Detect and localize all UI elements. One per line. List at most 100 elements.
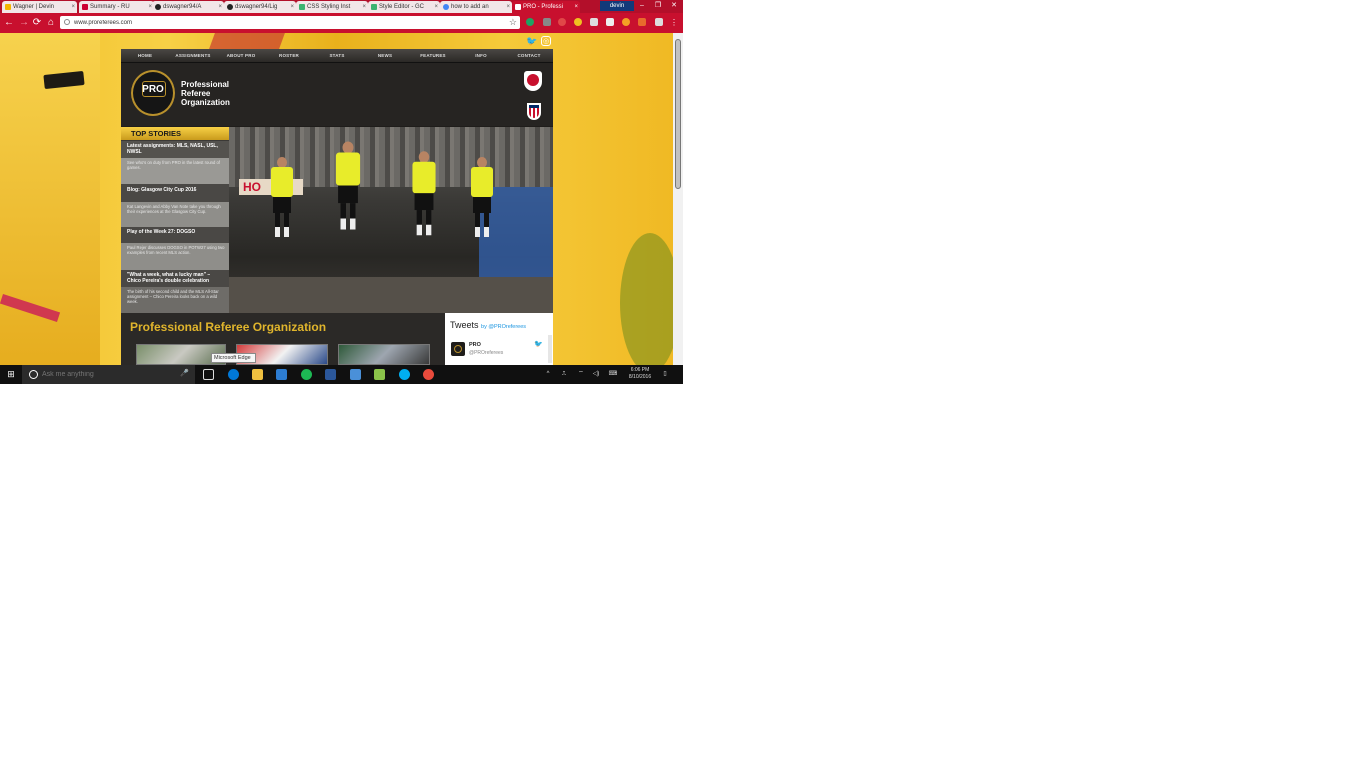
tab-github-2[interactable]: dswagner94/Lig × bbox=[224, 1, 296, 13]
extension-icon[interactable] bbox=[655, 18, 663, 26]
decor-edge bbox=[620, 233, 673, 365]
nav-features[interactable]: FEATURES bbox=[411, 49, 455, 62]
chrome-icon[interactable] bbox=[423, 369, 434, 380]
chrome-menu-icon[interactable]: ⋮ bbox=[668, 17, 680, 29]
extension-icon[interactable] bbox=[606, 18, 614, 26]
notepad-icon[interactable] bbox=[374, 369, 385, 380]
tweets-by-link[interactable]: by @PROreferees bbox=[481, 324, 526, 330]
tweet-author-name[interactable]: PRO bbox=[469, 342, 481, 348]
extension-icon[interactable] bbox=[558, 18, 566, 26]
pro-logo[interactable]: PRO bbox=[131, 70, 175, 116]
word-icon[interactable] bbox=[325, 369, 336, 380]
story-item[interactable]: Play of the Week 27: DOGSO bbox=[121, 227, 229, 243]
virtualbox-icon[interactable] bbox=[350, 369, 361, 380]
keyboard-icon[interactable]: ⌨ bbox=[606, 365, 620, 384]
volume-icon[interactable]: ◁) bbox=[590, 365, 602, 384]
extension-icon[interactable] bbox=[622, 18, 630, 26]
us-soccer-logo-icon[interactable] bbox=[527, 103, 541, 120]
nav-info[interactable]: INFO bbox=[455, 49, 507, 62]
file-explorer-icon[interactable] bbox=[252, 369, 263, 380]
mls-logo-icon[interactable] bbox=[524, 71, 542, 91]
tab-label: CSS Styling Inst bbox=[307, 4, 351, 10]
start-button[interactable]: ⊞ bbox=[0, 365, 22, 384]
profile-badge[interactable]: devin bbox=[600, 1, 634, 11]
tab-css-styling[interactable]: CSS Styling Inst × bbox=[296, 1, 368, 13]
nav-roster[interactable]: ROSTER bbox=[263, 49, 315, 62]
page-info-icon[interactable] bbox=[64, 19, 70, 25]
forward-button[interactable]: → bbox=[18, 17, 30, 29]
tab-close-icon[interactable]: × bbox=[362, 1, 366, 13]
store-icon[interactable] bbox=[276, 369, 287, 380]
tab-close-icon[interactable]: × bbox=[218, 1, 222, 13]
tab-close-icon[interactable]: × bbox=[574, 1, 578, 13]
close-window-button[interactable]: ✕ bbox=[666, 0, 682, 12]
microphone-icon[interactable]: 🎤 bbox=[180, 369, 189, 377]
nav-news[interactable]: NEWS bbox=[359, 49, 411, 62]
tweet-author-handle[interactable]: @PROreferees bbox=[469, 350, 503, 356]
address-bar[interactable]: ☆ bbox=[60, 16, 520, 29]
tab-strip: Wagner | Devin × Summary - RU × dswagner… bbox=[0, 0, 683, 13]
maximize-button[interactable]: ❐ bbox=[650, 0, 666, 12]
thumbnail-image[interactable] bbox=[338, 344, 430, 365]
story-desc: Kat Langevin and Abby Van Note take you … bbox=[127, 204, 221, 214]
top-stories-heading: TOP STORIES bbox=[121, 127, 229, 140]
twitter-icon[interactable]: 🐦 bbox=[526, 36, 537, 46]
tweets-scrollbar[interactable] bbox=[548, 335, 552, 363]
tray-overflow-icon[interactable]: ^ bbox=[543, 365, 553, 384]
system-clock[interactable]: 6:06 PM 8/10/2016 bbox=[622, 367, 658, 381]
minimize-button[interactable]: – bbox=[634, 0, 650, 12]
story-item[interactable]: See who's on duty from PRO in the latest… bbox=[121, 158, 229, 184]
site-name-line: Professional bbox=[181, 80, 230, 89]
notifications-icon[interactable]: ▯ bbox=[660, 365, 670, 384]
cortana-search[interactable]: 🎤 bbox=[22, 365, 195, 384]
back-button[interactable]: ← bbox=[3, 17, 15, 29]
tab-pro-active[interactable]: PRO - Professi × bbox=[512, 1, 580, 13]
home-button[interactable]: ⌂ bbox=[45, 17, 57, 29]
tab-style-editor[interactable]: Style Editor - GC × bbox=[368, 1, 440, 13]
story-item[interactable]: Kat Langevin and Abby Van Note take you … bbox=[121, 202, 229, 227]
extension-icon[interactable] bbox=[590, 18, 598, 26]
tray-device-icon[interactable]: ⎍ bbox=[559, 365, 569, 384]
tab-label: Summary - RU bbox=[90, 4, 130, 10]
tab-google-search[interactable]: how to add an × bbox=[440, 1, 512, 13]
avatar[interactable] bbox=[451, 342, 465, 356]
skype-icon[interactable] bbox=[399, 369, 410, 380]
edge-icon[interactable] bbox=[228, 369, 239, 380]
story-item[interactable]: The birth of his second child and the ML… bbox=[121, 287, 229, 313]
tab-close-icon[interactable]: × bbox=[434, 1, 438, 13]
story-item[interactable]: Blog: Glasgow City Cup 2016 bbox=[121, 184, 229, 202]
search-input[interactable] bbox=[42, 369, 172, 380]
tab-wagner-devin[interactable]: Wagner | Devin × bbox=[2, 1, 77, 13]
nav-stats[interactable]: STATS bbox=[315, 49, 359, 62]
scrollbar-thumb[interactable] bbox=[675, 39, 681, 189]
story-title: Latest assignments: MLS, NASL, USL, NWSL bbox=[127, 143, 218, 155]
story-item[interactable]: Latest assignments: MLS, NASL, USL, NWSL bbox=[121, 141, 229, 158]
bookmark-star-icon[interactable]: ☆ bbox=[509, 16, 517, 29]
tab-close-icon[interactable]: × bbox=[71, 1, 75, 13]
page-scrollbar[interactable] bbox=[673, 33, 683, 365]
hero-photo[interactable]: HO bbox=[229, 127, 553, 313]
spotify-icon[interactable] bbox=[301, 369, 312, 380]
nav-assignments[interactable]: ASSIGNMENTS bbox=[167, 49, 219, 62]
nav-home[interactable]: HOME bbox=[123, 49, 167, 62]
extension-icon[interactable] bbox=[526, 18, 534, 26]
github-icon bbox=[155, 4, 161, 10]
extension-icon[interactable] bbox=[638, 18, 646, 26]
logo-text: PRO bbox=[142, 84, 164, 95]
url-input[interactable] bbox=[74, 17, 504, 28]
tab-summary[interactable]: Summary - RU × bbox=[79, 1, 154, 13]
tab-close-icon[interactable]: × bbox=[506, 1, 510, 13]
reload-button[interactable]: ⟳ bbox=[31, 17, 43, 29]
story-item[interactable]: Paul Rejer discusses DOGSO in POTW27 usi… bbox=[121, 243, 229, 270]
nav-contact[interactable]: CONTACT bbox=[507, 49, 551, 62]
tab-close-icon[interactable]: × bbox=[290, 1, 294, 13]
tab-github-1[interactable]: dswagner94/A × bbox=[152, 1, 224, 13]
instagram-icon[interactable]: ◎ bbox=[541, 36, 551, 46]
nav-about-pro[interactable]: ABOUT PRO bbox=[219, 49, 263, 62]
site-name[interactable]: Professional Referee Organization bbox=[181, 80, 301, 107]
network-icon[interactable]: ⌔ bbox=[575, 365, 587, 384]
story-item[interactable]: "What a week, what a lucky man" – Chico … bbox=[121, 270, 229, 287]
extension-icon[interactable] bbox=[574, 18, 582, 26]
extension-icon[interactable] bbox=[543, 18, 551, 26]
task-view-icon[interactable] bbox=[203, 369, 214, 380]
